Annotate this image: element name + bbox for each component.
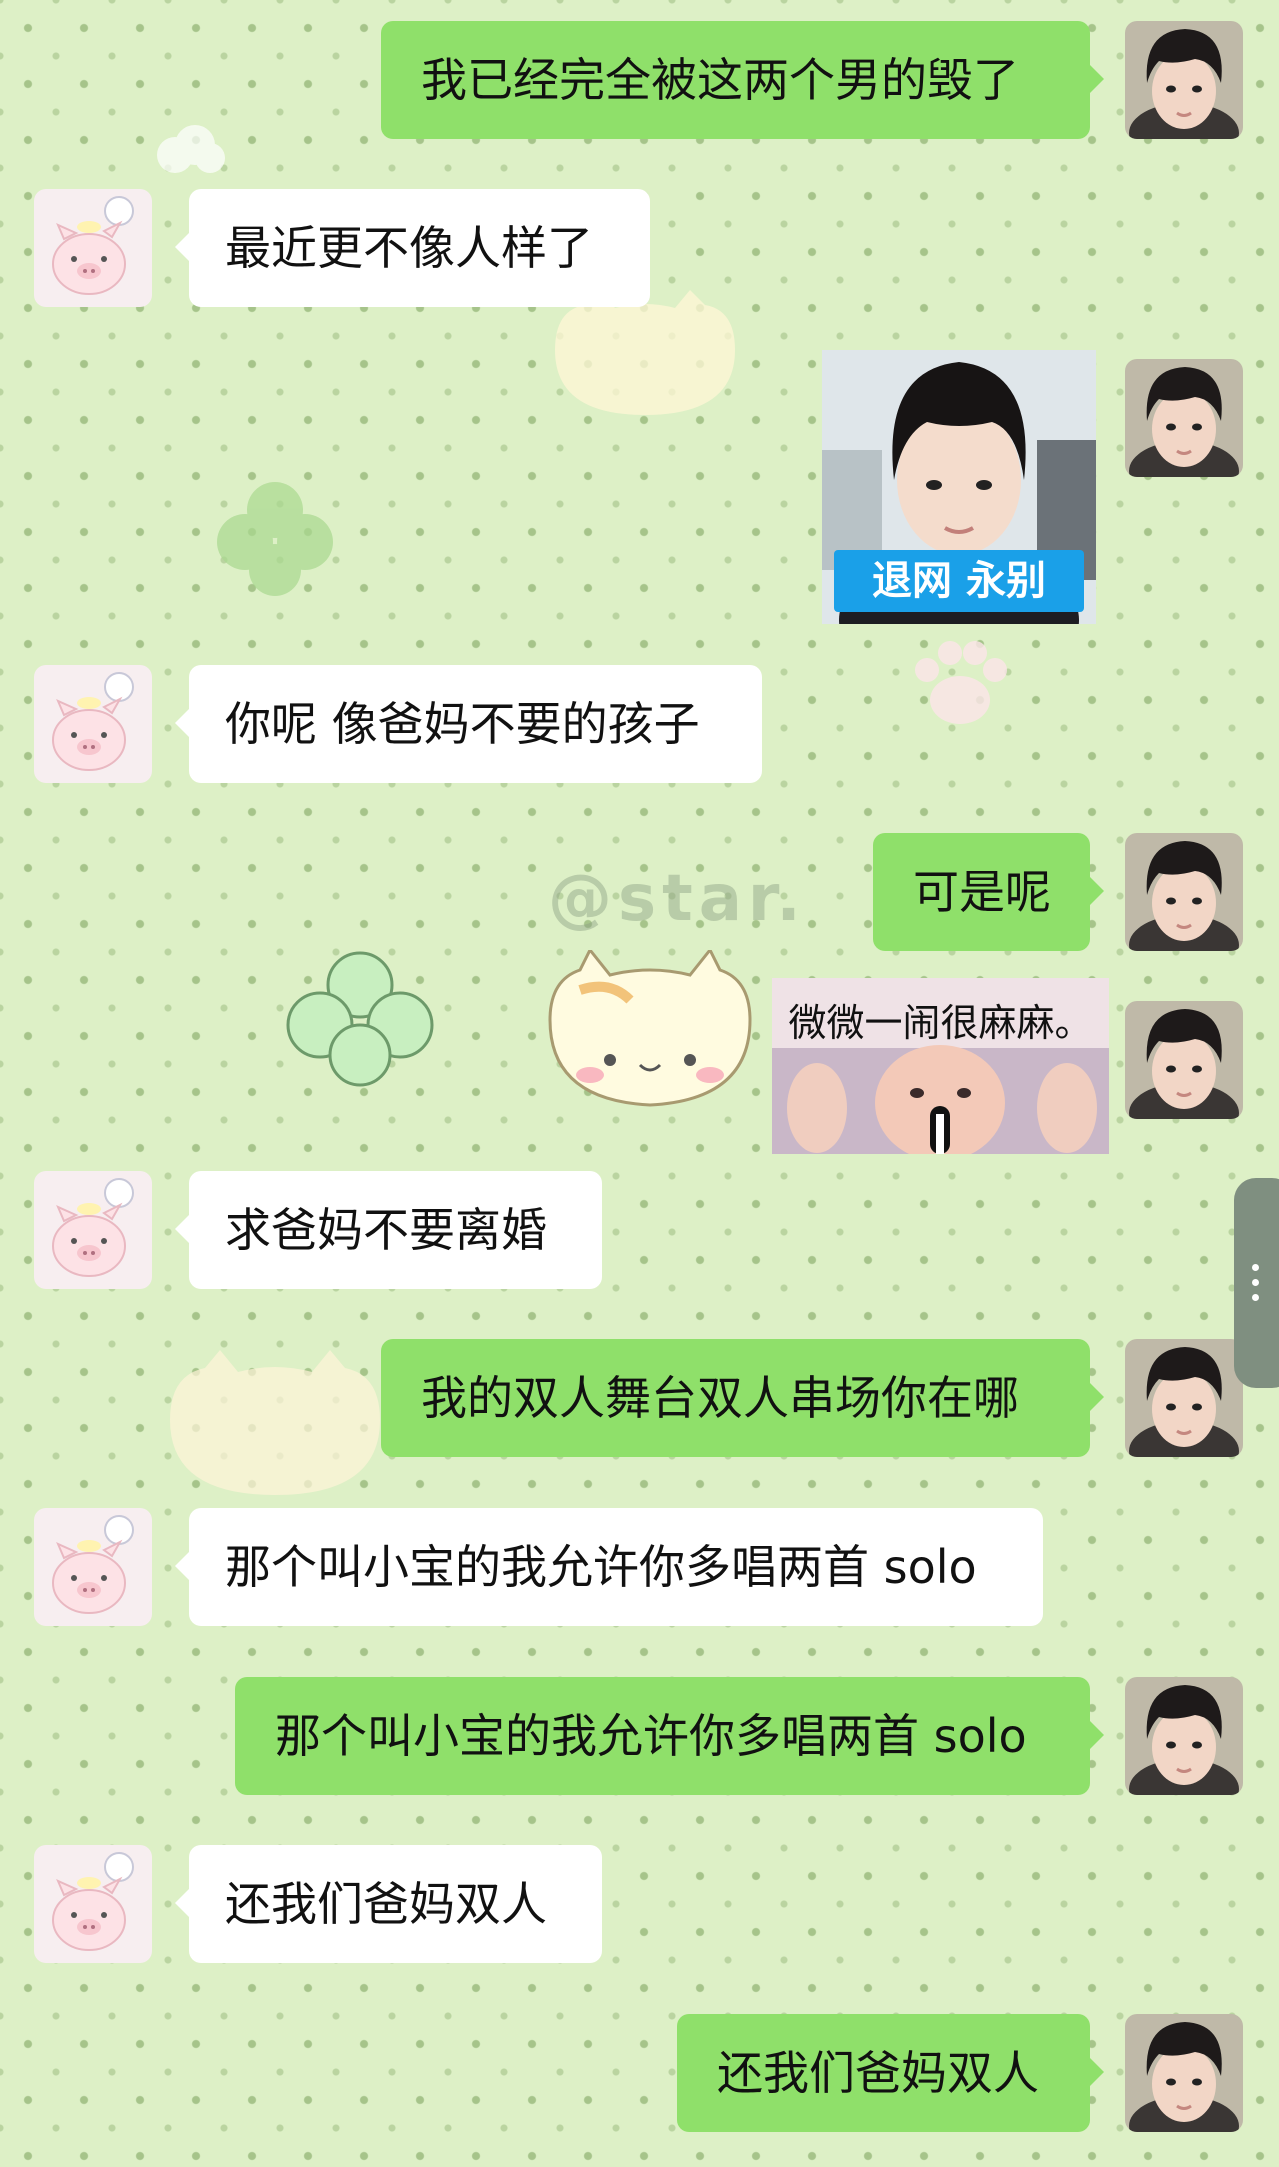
self-avatar[interactable] (1125, 2014, 1243, 2132)
sent-message-bubble[interactable]: 还我们爸妈双人 (677, 2014, 1104, 2132)
watermark-text: @star. (548, 862, 807, 936)
received-message-bubble[interactable]: 最近更不像人样了 (175, 189, 650, 307)
other-avatar[interactable] (34, 665, 152, 783)
sent-message-bubble[interactable]: 我的双人舞台双人串场你在哪 (381, 1339, 1104, 1457)
cat-decoration-icon (555, 290, 735, 415)
handle-dot (1252, 1279, 1259, 1286)
clover-decoration-icon (217, 482, 333, 596)
self-avatar[interactable] (1125, 1677, 1243, 1795)
clover-decoration-icon (286, 951, 434, 1087)
self-avatar[interactable] (1125, 359, 1243, 477)
cloud-decoration-icon (157, 125, 225, 173)
sticker-caption: 微微一闹很麻麻。 (788, 1001, 1093, 1045)
handle-dot (1252, 1264, 1259, 1271)
self-avatar[interactable] (1125, 833, 1243, 951)
self-avatar[interactable] (1125, 1339, 1243, 1457)
sticker-image[interactable]: 微微一闹很麻麻。 (772, 978, 1109, 1154)
sent-message-bubble[interactable]: 那个叫小宝的我允许你多唱两首 solo (235, 1677, 1104, 1795)
cat-decoration-icon (170, 1350, 380, 1495)
self-avatar[interactable] (1125, 1001, 1243, 1119)
cat-decoration-icon (548, 950, 752, 1107)
received-message-bubble[interactable]: 求爸妈不要离婚 (175, 1171, 602, 1289)
received-message-bubble[interactable]: 还我们爸妈双人 (175, 1845, 602, 1963)
sticker-image[interactable]: 退网 永别 (822, 350, 1096, 624)
received-message-bubble[interactable]: 你呢 像爸妈不要的孩子 (175, 665, 762, 783)
handle-dot (1252, 1294, 1259, 1301)
received-message-bubble[interactable]: 那个叫小宝的我允许你多唱两首 solo (175, 1508, 1043, 1626)
sticker-caption: 退网 永别 (834, 550, 1084, 612)
more-vertical-icon[interactable] (1234, 1178, 1279, 1388)
sent-message-bubble[interactable]: 我已经完全被这两个男的毁了 (381, 21, 1104, 139)
other-avatar[interactable] (34, 1845, 152, 1963)
self-avatar[interactable] (1125, 21, 1243, 139)
other-avatar[interactable] (34, 189, 152, 307)
sent-message-bubble[interactable]: 可是呢 (873, 833, 1104, 951)
paw-decoration-icon (915, 641, 1007, 724)
other-avatar[interactable] (34, 1508, 152, 1626)
other-avatar[interactable] (34, 1171, 152, 1289)
